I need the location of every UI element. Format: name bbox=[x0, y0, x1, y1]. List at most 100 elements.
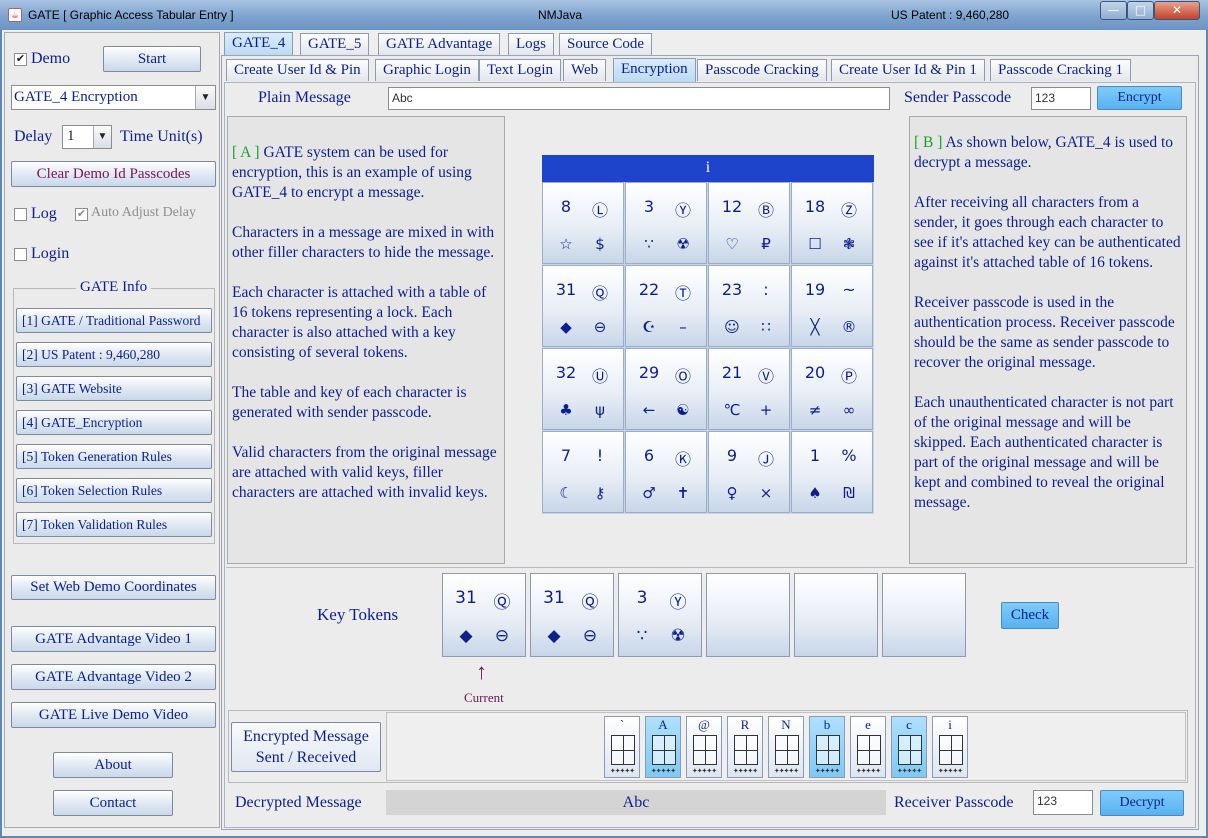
token-symbol: 29 bbox=[638, 363, 660, 382]
tab-graphic-login[interactable]: Graphic Login bbox=[375, 59, 479, 81]
section-tag-b: [ B ] bbox=[914, 134, 943, 151]
log-checkbox[interactable] bbox=[14, 208, 27, 221]
token-cell[interactable]: 18 Ⓩ ☐ ❃ bbox=[791, 182, 873, 264]
encrypted-char[interactable]: i ✦✦✦✦✦ bbox=[932, 716, 968, 778]
login-checkbox[interactable] bbox=[14, 248, 27, 261]
decrypt-button[interactable]: Decrypt bbox=[1100, 790, 1184, 816]
token-cell[interactable]: 1% ♠ ₪ bbox=[791, 431, 873, 513]
tab-web[interactable]: Web bbox=[563, 59, 607, 81]
encrypted-char[interactable]: A ✦✦✦✦✦ bbox=[645, 716, 681, 778]
encrypted-char[interactable]: c ✦✦✦✦✦ bbox=[891, 716, 927, 778]
info-link-6[interactable]: [6] Token Selection Rules bbox=[16, 478, 212, 503]
contact-button[interactable]: Contact bbox=[53, 790, 173, 816]
web-demo-button[interactable]: Set Web Demo Coordinates bbox=[11, 575, 216, 600]
info-link-1[interactable]: [1] GATE / Traditional Password bbox=[16, 308, 212, 333]
check-button[interactable]: Check bbox=[1001, 602, 1059, 629]
info-link-7[interactable]: [7] Token Validation Rules bbox=[16, 512, 212, 537]
encrypted-char[interactable]: @ ✦✦✦✦✦ bbox=[686, 716, 722, 778]
tab-text-login[interactable]: Text Login bbox=[479, 59, 562, 81]
video-1-button[interactable]: GATE Advantage Video 1 bbox=[11, 626, 216, 652]
delay-value: 1 bbox=[67, 128, 75, 144]
key-dots: ✦✦✦✦✦ bbox=[773, 767, 799, 775]
key-token-box bbox=[706, 573, 790, 657]
token-cell[interactable]: 22 Ⓣ ☪ – bbox=[625, 265, 707, 347]
token-symbol: Ⓣ bbox=[674, 284, 691, 303]
tab-create-user-id-pin[interactable]: Create User Id & Pin bbox=[226, 59, 369, 81]
tab-encryption[interactable]: Encryption bbox=[613, 58, 696, 82]
token-cell[interactable]: 19 ~ ╳ ® bbox=[791, 265, 873, 347]
token-cell[interactable]: 29 Ⓞ ← ☯ bbox=[625, 348, 707, 430]
encrypted-char[interactable]: ` ✦✦✦✦✦ bbox=[604, 716, 640, 778]
key-token-symbol: ◆ bbox=[547, 626, 561, 646]
token-symbol: $ bbox=[595, 235, 605, 253]
info-link-4[interactable]: [4] GATE_Encryption bbox=[16, 410, 212, 435]
token-cell[interactable]: 12 Ⓑ ♡ ₽ bbox=[708, 182, 790, 264]
token-symbol: 23 bbox=[721, 280, 743, 299]
plain-message-input[interactable]: Abc bbox=[388, 87, 890, 110]
encrypted-char-label: N bbox=[781, 717, 791, 732]
encrypted-char[interactable]: N ✦✦✦✦✦ bbox=[768, 716, 804, 778]
token-cell[interactable]: 21 Ⓥ ℃ + bbox=[708, 348, 790, 430]
tab-source-code[interactable]: Source Code bbox=[559, 33, 653, 55]
encrypt-button[interactable]: Encrypt bbox=[1097, 86, 1182, 110]
delay-label: Delay bbox=[14, 128, 53, 145]
minimize-button[interactable]: — bbox=[1100, 1, 1127, 20]
token-cell[interactable]: 23: ☺ ∷ bbox=[708, 265, 790, 347]
demo-checkbox[interactable]: ✔ bbox=[14, 53, 27, 66]
key-token-symbol: Ⓨ bbox=[669, 593, 687, 613]
encrypted-char[interactable]: R ✦✦✦✦✦ bbox=[727, 716, 763, 778]
mini-grid-icon bbox=[693, 735, 717, 765]
tab-create-user-id-pin-1[interactable]: Create User Id & Pin 1 bbox=[831, 59, 985, 81]
token-cell[interactable]: 9 Ⓙ ♀ × bbox=[708, 431, 790, 513]
info-link-2[interactable]: [2] US Patent : 9,460,280 bbox=[16, 342, 212, 367]
key-token-box: 31 Ⓠ ◆ ⊖ bbox=[530, 573, 614, 657]
info-link-3[interactable]: [3] GATE Website bbox=[16, 376, 212, 401]
start-button[interactable]: Start bbox=[103, 46, 201, 72]
video-2-button[interactable]: GATE Advantage Video 2 bbox=[11, 664, 216, 690]
tab-gate-5[interactable]: GATE_5 bbox=[300, 33, 370, 55]
key-dots: ✦✦✦✦✦ bbox=[691, 767, 717, 775]
about-button[interactable]: About bbox=[53, 752, 173, 778]
window-title: GATE [ Graphic Access Tabular Entry ] bbox=[28, 8, 234, 22]
token-cell[interactable]: 7! ☾ ⚷ bbox=[542, 431, 624, 513]
token-symbol: 18 bbox=[804, 197, 826, 216]
token-cell[interactable]: 8 Ⓛ ☆ $ bbox=[542, 182, 624, 264]
clear-passcodes-button[interactable]: Clear Demo Id Passcodes bbox=[11, 161, 216, 187]
log-label: Log bbox=[31, 205, 57, 222]
key-dots: ✦✦✦✦✦ bbox=[855, 767, 881, 775]
mini-grid-icon bbox=[816, 735, 840, 765]
token-cell[interactable]: 32 Ⓤ ♣ ψ bbox=[542, 348, 624, 430]
token-symbol: – bbox=[679, 318, 687, 336]
token-symbol: 9 bbox=[726, 446, 738, 465]
sender-passcode-input[interactable]: 123 bbox=[1031, 87, 1091, 110]
tab-gate-4[interactable]: GATE_4 bbox=[224, 32, 294, 56]
tab-logs[interactable]: Logs bbox=[508, 33, 554, 55]
key-token-symbol: ⊖ bbox=[494, 626, 510, 646]
auto-adjust-checkbox[interactable]: ✔ bbox=[75, 208, 88, 221]
maximize-button[interactable]: □ bbox=[1127, 1, 1154, 20]
close-button[interactable]: ✕ bbox=[1154, 1, 1200, 20]
chevron-down-icon[interactable]: ▼ bbox=[93, 126, 111, 148]
grid-title-character: i bbox=[542, 155, 874, 182]
token-cell[interactable]: 3 Ⓨ ∵ ☢ bbox=[625, 182, 707, 264]
encrypted-char[interactable]: e ✦✦✦✦✦ bbox=[850, 716, 886, 778]
encrypted-char[interactable]: b ✦✦✦✦✦ bbox=[809, 716, 845, 778]
decrypted-message-label: Decrypted Message bbox=[235, 794, 362, 811]
chevron-down-icon[interactable]: ▼ bbox=[195, 86, 215, 109]
info-link-5[interactable]: [5] Token Generation Rules bbox=[16, 444, 212, 469]
tab-passcode-cracking[interactable]: Passcode Cracking bbox=[697, 59, 827, 81]
delay-select[interactable]: 1 ▼ bbox=[62, 125, 112, 149]
tab-gate-advantage[interactable]: GATE Advantage bbox=[378, 33, 501, 55]
mode-select[interactable]: GATE_4 Encryption ▼ bbox=[11, 85, 216, 110]
token-symbol: : bbox=[763, 280, 769, 299]
token-cell[interactable]: 6 Ⓚ ♂ ✝ bbox=[625, 431, 707, 513]
token-cell[interactable]: 31 Ⓠ ◆ ⊖ bbox=[542, 265, 624, 347]
key-dots: ✦✦✦✦✦ bbox=[814, 767, 840, 775]
tab-passcode-cracking-1[interactable]: Passcode Cracking 1 bbox=[990, 59, 1131, 81]
token-symbol: 3 bbox=[643, 197, 655, 216]
token-symbol: 20 bbox=[804, 363, 826, 382]
receiver-passcode-input[interactable]: 123 bbox=[1033, 790, 1093, 815]
encrypted-char-label: i bbox=[948, 717, 952, 732]
live-demo-video-button[interactable]: GATE Live Demo Video bbox=[11, 702, 216, 728]
token-cell[interactable]: 20 Ⓟ ≠ ∞ bbox=[791, 348, 873, 430]
